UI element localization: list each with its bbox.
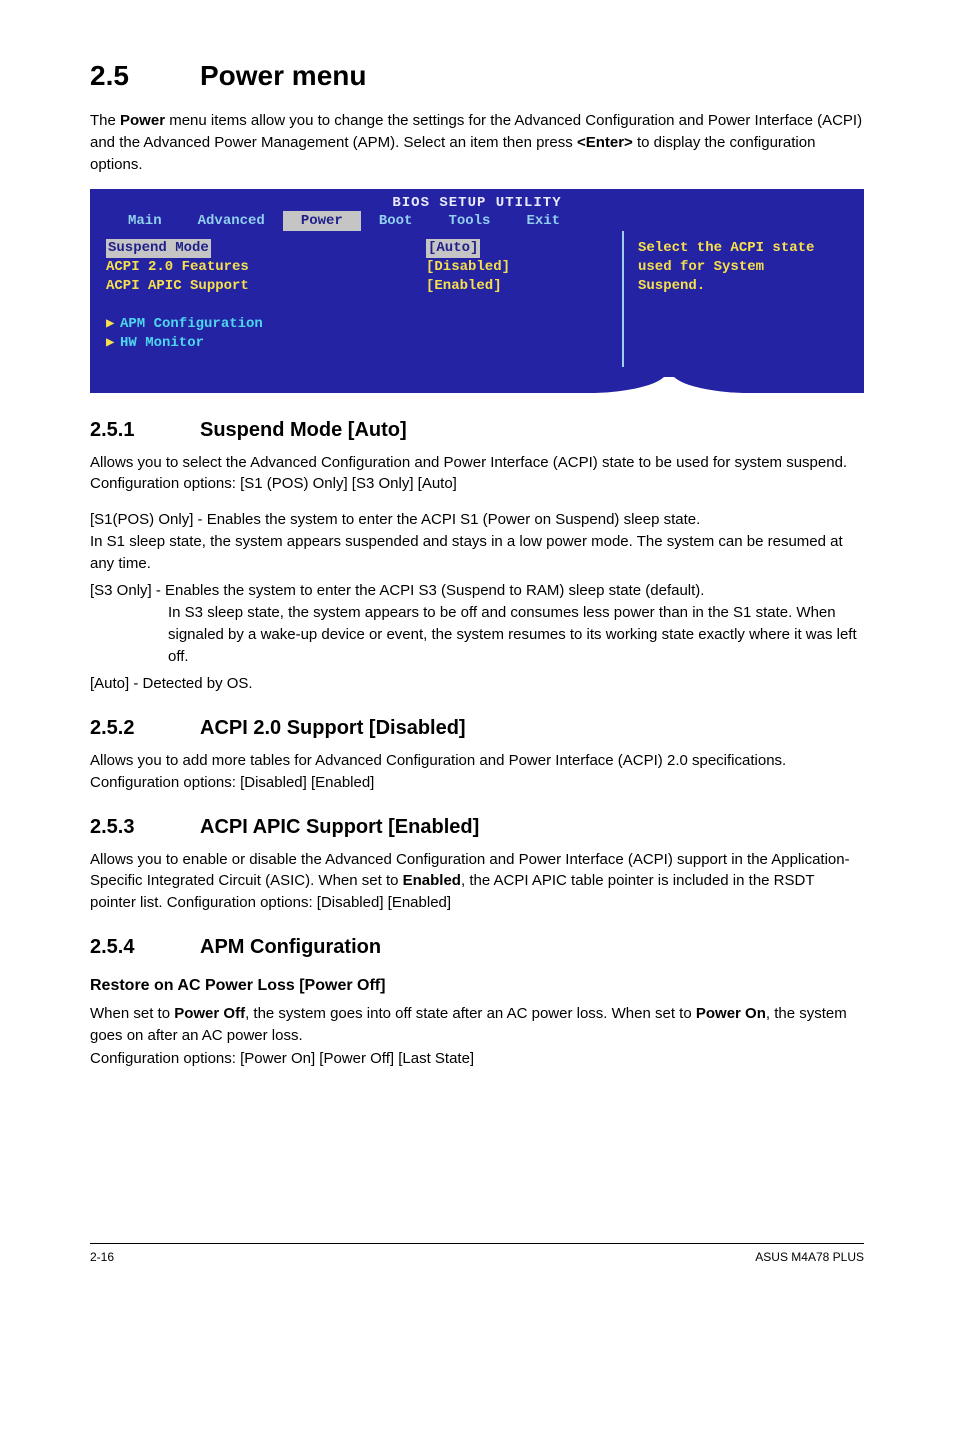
- footer-page-num: 2-16: [90, 1250, 114, 1264]
- bios-val-acpi-apic: [Enabled]: [426, 277, 616, 296]
- p-254-pre1: When set to: [90, 1005, 174, 1022]
- bios-sub-hwmon[interactable]: HW Monitor: [120, 335, 204, 351]
- p-251-s1-lead: [S1(POS) Only] - Enables the system to e…: [90, 509, 864, 531]
- p-251-s1-cont: In S1 sleep state, the system appears su…: [90, 531, 864, 575]
- section-heading: 2.5Power menu: [90, 60, 864, 92]
- p-253-bold: Enabled: [403, 872, 461, 889]
- heading-253-title: ACPI APIC Support [Enabled]: [200, 816, 479, 838]
- arrow-icon: ▶: [106, 334, 120, 353]
- p-251-intro: Allows you to select the Advanced Config…: [90, 452, 864, 496]
- heading-251-num: 2.5.1: [90, 419, 200, 442]
- p-251-s3-lead: [S3 Only] - Enables the system to enter …: [90, 580, 864, 602]
- p-254-cfg: Configuration options: [Power On] [Power…: [90, 1048, 864, 1070]
- bios-tab-power[interactable]: Power: [283, 211, 361, 231]
- bios-help-pane: Select the ACPI state used for System Su…: [624, 231, 858, 366]
- arrow-icon: ▶: [106, 315, 120, 334]
- page-footer: 2-16 ASUS M4A78 PLUS: [90, 1243, 864, 1264]
- intro-text-1: The: [90, 112, 120, 129]
- heading-254-sub: Restore on AC Power Loss [Power Off]: [90, 977, 864, 995]
- bios-tab-tools[interactable]: Tools: [430, 211, 508, 231]
- bios-tab-advanced[interactable]: Advanced: [180, 211, 283, 231]
- heading-252-num: 2.5.2: [90, 717, 200, 740]
- p-252: Allows you to add more tables for Advanc…: [90, 750, 864, 794]
- bios-help-line-2: used for System: [638, 258, 848, 277]
- p-251-s3-cont: In S3 sleep state, the system appears to…: [168, 602, 864, 667]
- heading-254: 2.5.4APM Configuration: [90, 936, 864, 959]
- heading-252: 2.5.2ACPI 2.0 Support [Disabled]: [90, 717, 864, 740]
- p-254-b2: Power On: [696, 1005, 766, 1022]
- section-title-text: Power menu: [200, 60, 366, 91]
- bios-tab-boot[interactable]: Boot: [361, 211, 431, 231]
- p-254-mid: , the system goes into off state after a…: [245, 1005, 696, 1022]
- p-254: When set to Power Off, the system goes i…: [90, 1003, 864, 1047]
- bios-tab-exit[interactable]: Exit: [508, 211, 578, 231]
- intro-bold-2: <Enter>: [577, 134, 633, 151]
- bios-val-acpi20: [Disabled]: [426, 258, 616, 277]
- heading-251-title: Suspend Mode [Auto]: [200, 419, 407, 441]
- heading-253-num: 2.5.3: [90, 816, 200, 839]
- bios-item-acpi-apic[interactable]: ACPI APIC Support: [106, 277, 426, 296]
- bios-item-suspend-mode[interactable]: Suspend Mode: [106, 239, 211, 258]
- intro-paragraph: The Power menu items allow you to change…: [90, 110, 864, 175]
- bios-val-suspend: [Auto]: [426, 239, 480, 258]
- section-number: 2.5: [90, 60, 200, 92]
- heading-252-title: ACPI 2.0 Support [Disabled]: [200, 717, 466, 739]
- heading-254-title: APM Configuration: [200, 936, 381, 958]
- heading-254-num: 2.5.4: [90, 936, 200, 959]
- p-253: Allows you to enable or disable the Adva…: [90, 849, 864, 914]
- p-251-auto: [Auto] - Detected by OS.: [90, 673, 864, 695]
- bios-screenshot: BIOS SETUP UTILITY Main Advanced Power B…: [90, 189, 864, 376]
- footer-model: ASUS M4A78 PLUS: [755, 1250, 864, 1264]
- intro-bold-1: Power: [120, 112, 165, 129]
- bios-tab-main[interactable]: Main: [110, 211, 180, 231]
- bios-title: BIOS SETUP UTILITY: [90, 189, 864, 211]
- heading-251: 2.5.1Suspend Mode [Auto]: [90, 419, 864, 442]
- bios-help-line-3: Suspend.: [638, 277, 848, 296]
- bios-item-acpi20[interactable]: ACPI 2.0 Features: [106, 258, 426, 277]
- p-254-b1: Power Off: [174, 1005, 245, 1022]
- bios-tab-bar: Main Advanced Power Boot Tools Exit: [90, 211, 864, 231]
- bios-help-line-1: Select the ACPI state: [638, 239, 848, 258]
- heading-253: 2.5.3ACPI APIC Support [Enabled]: [90, 816, 864, 839]
- bios-sub-apm[interactable]: APM Configuration: [120, 316, 263, 332]
- bios-bottom-decor: [90, 371, 864, 393]
